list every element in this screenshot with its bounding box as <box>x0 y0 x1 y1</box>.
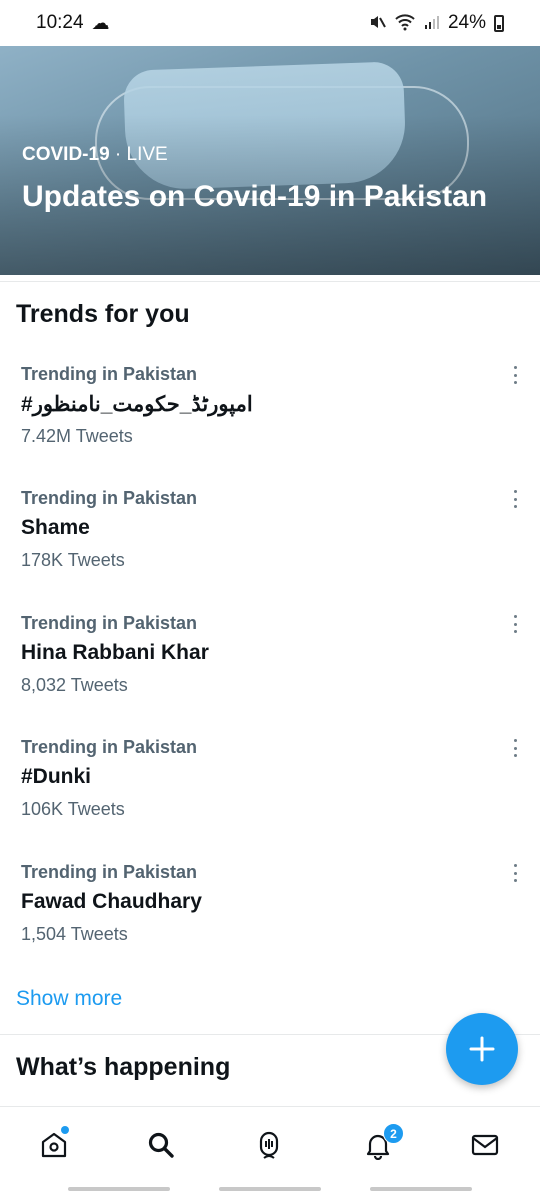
nav-home[interactable] <box>34 1125 74 1165</box>
covid-hero-banner[interactable]: COVID-19 · LIVE Updates on Covid-19 in P… <box>0 46 540 275</box>
gesture-bar-center <box>219 1187 321 1191</box>
weather-icon: ☁ <box>91 13 110 33</box>
plus-icon <box>469 1036 495 1062</box>
home-icon <box>41 1132 67 1158</box>
battery-percent: 24% <box>447 12 486 33</box>
trend-count: 8,032 Tweets <box>21 675 128 695</box>
more-options-icon[interactable] <box>512 739 518 757</box>
home-unread-dot <box>61 1126 69 1134</box>
show-more-link[interactable]: Show more <box>16 987 122 1011</box>
mute-icon <box>368 13 386 34</box>
trend-context: Trending in Pakistan <box>21 737 198 757</box>
gesture-bar-right <box>370 1187 472 1191</box>
trend-name: Fawad Chaudhary <box>21 890 202 913</box>
trend-name: Shame <box>21 516 90 539</box>
more-options-icon[interactable] <box>512 490 518 508</box>
hero-separator: · <box>109 144 127 165</box>
trend-context: Trending in Pakistan <box>21 364 198 384</box>
compose-tweet-button[interactable] <box>446 1013 518 1085</box>
hero-text: COVID-19 · LIVE Updates on Covid-19 in P… <box>22 144 518 218</box>
nav-messages[interactable] <box>465 1125 505 1165</box>
whats-happening-title: What’s happening <box>16 1053 231 1081</box>
trend-item[interactable]: Trending in Pakistan #Dunki 106K Tweets <box>0 737 540 857</box>
trend-count: 178K Tweets <box>21 550 125 570</box>
nav-search[interactable] <box>141 1125 181 1165</box>
trend-count: 106K Tweets <box>21 799 125 819</box>
nav-notifications[interactable]: 2 <box>358 1123 404 1165</box>
status-bar: 10:24 ☁ 24% <box>0 0 540 46</box>
trends-section-title: Trends for you <box>16 300 190 328</box>
bottom-nav: 2 <box>0 1106 540 1183</box>
signal-icon <box>424 14 440 33</box>
spaces-icon <box>259 1131 279 1159</box>
trend-count: 1,504 Tweets <box>21 924 128 944</box>
divider <box>0 281 540 282</box>
hero-title: Updates on Covid-19 in Pakistan <box>22 180 488 213</box>
more-options-icon[interactable] <box>512 615 518 633</box>
trend-item[interactable]: Trending in Pakistan Hina Rabbani Khar 8… <box>0 613 540 733</box>
trend-item[interactable]: Trending in Pakistan Shame 178K Tweets <box>0 488 540 608</box>
messages-icon <box>471 1134 499 1156</box>
hero-meta: COVID-19 · LIVE <box>22 144 518 166</box>
more-options-icon[interactable] <box>512 366 518 384</box>
trend-name: #امپورٹڈ_حکومت_نامنظور <box>21 393 253 416</box>
trend-context: Trending in Pakistan <box>21 613 198 633</box>
wifi-icon <box>394 13 416 34</box>
hero-category: COVID-19 <box>22 144 110 165</box>
trend-item[interactable]: Trending in Pakistan #امپورٹڈ_حکومت_نامن… <box>0 364 540 484</box>
trend-context: Trending in Pakistan <box>21 862 198 882</box>
gesture-bar-left <box>68 1187 170 1191</box>
more-options-icon[interactable] <box>512 864 518 882</box>
trend-item[interactable]: Trending in Pakistan Fawad Chaudhary 1,5… <box>0 862 540 982</box>
trend-context: Trending in Pakistan <box>21 488 198 508</box>
nav-spaces[interactable] <box>249 1125 289 1165</box>
search-icon <box>148 1132 174 1158</box>
trend-name: Hina Rabbani Khar <box>21 641 209 664</box>
battery-icon <box>494 14 504 32</box>
trend-name: #Dunki <box>21 765 92 788</box>
status-time: 10:24 <box>36 12 84 33</box>
hero-live-label: LIVE <box>126 144 168 165</box>
trend-count: 7.42M Tweets <box>21 426 133 446</box>
notifications-count-badge: 2 <box>383 1123 404 1144</box>
status-right: 24% <box>368 12 504 34</box>
status-left: 10:24 ☁ <box>36 12 110 34</box>
